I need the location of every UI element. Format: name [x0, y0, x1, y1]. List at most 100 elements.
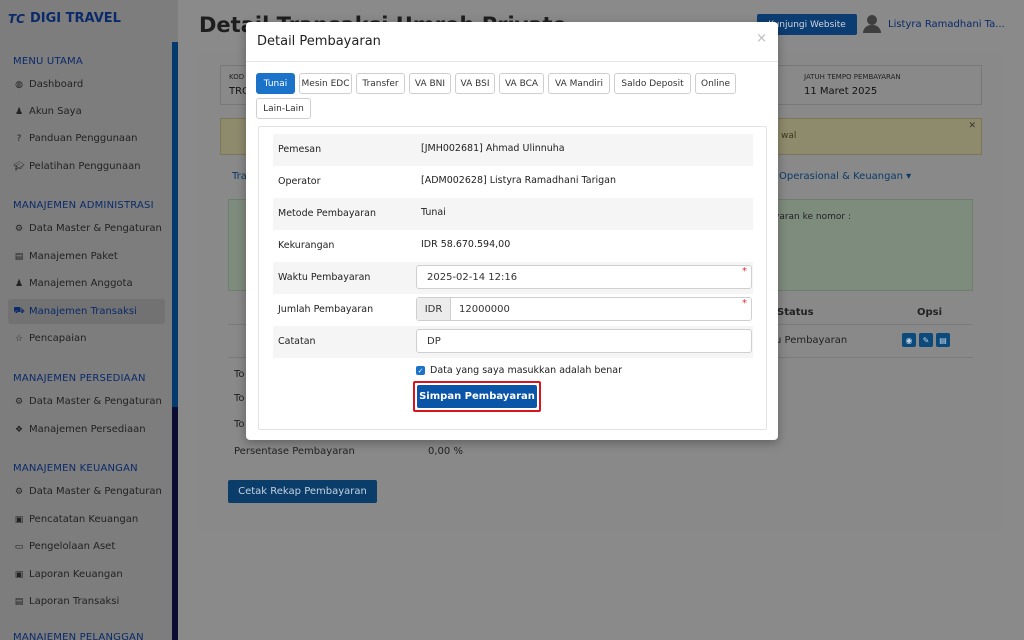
gears-icon: ⚙: [14, 486, 24, 497]
alert-close-icon[interactable]: ✕: [968, 121, 976, 131]
payment-form: Pemesan [JMH002681] Ahmad Ulinnuha Opera…: [258, 126, 767, 430]
alert-text: wal: [781, 131, 797, 141]
sidebar-item-laporan-transaksi[interactable]: ▤ Laporan Transaksi: [8, 589, 165, 614]
sidebar-item-manajemen-transaksi[interactable]: ⛟ Manajemen Transaksi: [8, 299, 165, 324]
notes-input[interactable]: DP: [416, 329, 752, 353]
book-icon: ▤: [14, 596, 24, 607]
tab-transaksi[interactable]: Tra: [232, 171, 247, 182]
sidebar-item-label: Data Master & Pengaturan: [29, 486, 162, 497]
amount-input-group[interactable]: IDR 12000000 *: [416, 297, 752, 321]
row-metode: Metode Pembayaran Tunai: [273, 198, 753, 230]
summary-label: To: [234, 419, 245, 430]
sidebar-item-panduan[interactable]: ? Panduan Penggunaan: [8, 126, 165, 151]
sidebar-item-label: Manajemen Transaksi: [29, 306, 137, 317]
row-actions: ◉ ✎ ▤: [902, 333, 950, 347]
sidebar-item-pencatatan-keuangan[interactable]: ▣ Pencatatan Keuangan: [8, 507, 165, 532]
sidebar-item-laporan-keuangan[interactable]: ▣ Laporan Keuangan: [8, 562, 165, 587]
sidebar-item-label: Akun Saya: [29, 106, 82, 117]
tab-tunai[interactable]: Tunai: [256, 73, 295, 94]
sidebar-scrollbar[interactable]: [172, 42, 178, 640]
graduation-cap-icon: 🎓︎: [13, 161, 25, 172]
sidebar-item-label: Panduan Penggunaan: [29, 133, 138, 144]
sidebar-item-label: Pencapaian: [29, 333, 87, 344]
edit-icon[interactable]: ✎: [919, 333, 933, 347]
avatar-icon: [862, 14, 882, 34]
column-status: Status: [777, 307, 814, 318]
kekurangan-label: Kekurangan: [278, 240, 335, 251]
tab-lain-lain[interactable]: Lain-Lain: [256, 98, 311, 119]
tab-saldo-deposit[interactable]: Saldo Deposit: [614, 73, 691, 94]
waktu-label: Waktu Pembayaran: [278, 272, 371, 283]
sidebar-item-data-master[interactable]: ⚙ Data Master & Pengaturan: [8, 216, 165, 241]
sidebar-item-akun-saya[interactable]: ♟ Akun Saya: [8, 99, 165, 124]
payment-time-value: 2025-02-14 12:16: [427, 271, 518, 283]
summary-label: To: [234, 369, 245, 380]
sidebar-item-manajemen-persediaan[interactable]: ❖ Manajemen Persediaan: [8, 417, 165, 442]
payment-time-input[interactable]: 2025-02-14 12:16 *: [416, 265, 752, 289]
tab-va-bni[interactable]: VA BNI: [409, 73, 451, 94]
monitor-icon: ▭: [14, 541, 24, 552]
sidebar-item-pelatihan[interactable]: 🎓︎ Pelatihan Penggunaan: [8, 154, 165, 179]
row-operator: Operator [ADM002628] Listyra Ramadhani T…: [273, 166, 753, 198]
close-icon[interactable]: ×: [756, 31, 767, 46]
sidebar-item-persediaan-master[interactable]: ⚙ Data Master & Pengaturan: [8, 389, 165, 414]
tab-va-bca[interactable]: VA BCA: [499, 73, 544, 94]
operator-label: Operator: [278, 176, 321, 187]
jumlah-label: Jumlah Pembayaran: [278, 304, 374, 315]
logo-mark-icon: TC: [8, 11, 25, 26]
user-name: Listyra Ramadhani Ta...: [888, 18, 1005, 30]
sidebar-item-keuangan-master[interactable]: ⚙ Data Master & Pengaturan: [8, 479, 165, 504]
save-payment-button[interactable]: Simpan Pembayaran: [417, 385, 537, 408]
document-icon[interactable]: ▤: [936, 333, 950, 347]
tab-va-mandiri[interactable]: VA Mandiri: [548, 73, 610, 94]
modal-header: Detail Pembayaran ×: [246, 22, 778, 62]
view-icon[interactable]: ◉: [902, 333, 916, 347]
sidebar: TC DIGI TRAVEL MENU UTAMA ◍ Dashboard ♟ Ak…: [0, 0, 178, 640]
summary-label: To: [234, 393, 245, 404]
row-kekurangan: Kekurangan IDR 58.670.594,00: [273, 230, 753, 262]
tab-transfer[interactable]: Transfer: [356, 73, 405, 94]
due-date-label: JATUH TEMPO PEMBAYARAN: [804, 73, 901, 81]
sidebar-item-label: Data Master & Pengaturan: [29, 223, 162, 234]
checkbox-checked-icon[interactable]: ✓: [416, 366, 425, 375]
row-waktu: Waktu Pembayaran 2025-02-14 12:16 *: [273, 262, 753, 294]
dashboard-icon: ◍: [15, 79, 23, 90]
catatan-label: Catatan: [278, 336, 316, 347]
money-icon: ▣: [14, 514, 24, 525]
status-value: u Pembayaran: [775, 335, 848, 346]
sidebar-item-manajemen-paket[interactable]: ▤ Manajemen Paket: [8, 244, 165, 269]
percent-label: Persentase Pembayaran: [234, 446, 355, 457]
kekurangan-value: IDR 58.670.594,00: [421, 239, 511, 250]
confirm-checkbox-row[interactable]: ✓ Data yang saya masukkan adalah benar: [416, 365, 622, 376]
sidebar-item-pengelolaan-aset[interactable]: ▭ Pengelolaan Aset: [8, 534, 165, 559]
payment-detail-modal: Detail Pembayaran × Tunai Mesin EDC Tran…: [246, 22, 778, 440]
row-pemesan: Pemesan [JMH002681] Ahmad Ulinnuha: [273, 134, 753, 166]
section-title-menu-utama: MENU UTAMA: [13, 56, 83, 67]
required-mark: *: [742, 298, 747, 309]
metode-value: Tunai: [421, 207, 446, 218]
tab-va-bsi[interactable]: VA BSI: [455, 73, 495, 94]
sidebar-item-label: Laporan Keuangan: [29, 569, 123, 580]
tab-operasional-keuangan[interactable]: Operasional & Keuangan ▾: [779, 171, 911, 182]
notes-value: DP: [427, 335, 441, 347]
tab-online[interactable]: Online: [695, 73, 736, 94]
sidebar-item-dashboard[interactable]: ◍ Dashboard: [8, 72, 165, 97]
sidebar-item-label: Pencatatan Keuangan: [29, 514, 139, 525]
tab-mesin-edc[interactable]: Mesin EDC: [299, 73, 352, 94]
cart-icon: ⛟: [13, 306, 25, 316]
print-rekap-button[interactable]: Cetak Rekap Pembayaran: [228, 480, 377, 503]
sidebar-item-pencapaian[interactable]: ☆ Pencapaian: [8, 326, 165, 351]
brand-logo[interactable]: TC DIGI TRAVEL: [8, 11, 121, 26]
modal-title: Detail Pembayaran: [257, 34, 381, 49]
amount-input[interactable]: 12000000: [451, 304, 510, 315]
operator-value: [ADM002628] Listyra Ramadhani Tarigan: [421, 175, 616, 186]
section-title-persediaan: MANAJEMEN PERSEDIAAN: [13, 373, 146, 384]
row-catatan: Catatan DP: [273, 326, 753, 358]
sidebar-item-label: Manajemen Persediaan: [29, 424, 146, 435]
section-title-keuangan: MANAJEMEN KEUANGAN: [13, 463, 138, 474]
payment-info-text: yaran ke nomor :: [774, 212, 851, 222]
user-menu[interactable]: Listyra Ramadhani Ta...: [862, 14, 1005, 34]
sidebar-item-manajemen-anggota[interactable]: ♟ Manajemen Anggota: [8, 271, 165, 296]
confirm-text: Data yang saya masukkan adalah benar: [430, 365, 622, 376]
sidebar-scroll-thumb[interactable]: [172, 42, 178, 407]
